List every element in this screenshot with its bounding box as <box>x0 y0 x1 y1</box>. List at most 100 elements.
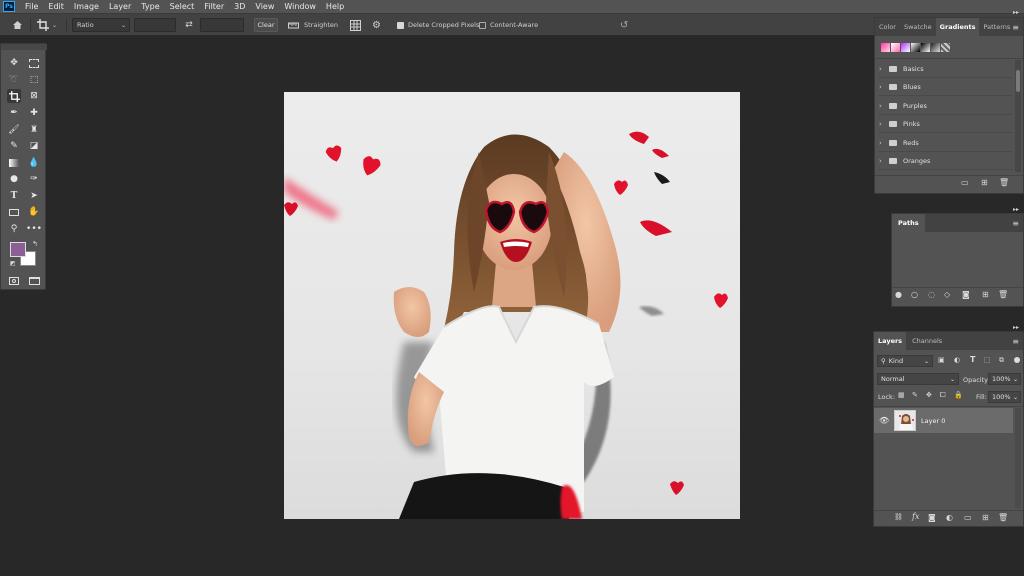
gradient-folder-blues[interactable]: › Blues <box>879 79 1013 96</box>
fill-input[interactable]: 100% ⌄ <box>988 391 1021 403</box>
filter-shape-icon[interactable]: ⬚ <box>984 356 991 364</box>
filter-adjustment-icon[interactable]: ◐ <box>954 356 960 364</box>
delete-cropped-checkbox[interactable]: Delete Cropped Pixels <box>397 18 479 32</box>
menu-layer[interactable]: Layer <box>104 2 136 11</box>
gradient-folder-pinks[interactable]: › Pinks <box>879 116 1013 133</box>
trash-icon[interactable]: 🗑 <box>999 178 1009 187</box>
new-group-folder-icon[interactable]: ▭ <box>961 178 969 187</box>
clear-button[interactable]: Clear <box>254 18 278 32</box>
layer-row[interactable]: 👁 Layer 0 <box>874 408 1013 433</box>
load-as-selection-icon[interactable]: ◌ <box>928 290 935 299</box>
menu-view[interactable]: View <box>250 2 279 11</box>
tab-paths[interactable]: Paths <box>892 214 925 232</box>
lock-transparent-icon[interactable]: ▦ <box>898 391 905 399</box>
gradient-folder-basics[interactable]: › Basics <box>879 61 1013 78</box>
tab-color[interactable]: Color <box>875 18 900 36</box>
menu-help[interactable]: Help <box>321 2 349 11</box>
gradient-swatch[interactable] <box>891 43 900 52</box>
pen-tool-icon[interactable]: ✑ <box>27 172 41 186</box>
width-input[interactable] <box>134 18 176 32</box>
default-colors-icon[interactable]: ◩ <box>10 260 16 267</box>
hand-tool-icon[interactable]: ✋ <box>27 205 41 219</box>
opacity-input[interactable]: 100% ⌄ <box>988 373 1021 385</box>
menu-file[interactable]: File <box>20 2 43 11</box>
foreground-color-swatch[interactable] <box>10 242 26 257</box>
swap-icon[interactable]: ⇄ <box>183 18 195 32</box>
crop-tool-preset-icon[interactable]: ⌄ <box>37 18 61 32</box>
history-brush-tool-icon[interactable]: ✎ <box>7 139 21 153</box>
gradient-swatch[interactable] <box>911 43 920 52</box>
gradient-folder-purples[interactable]: › Purples <box>879 98 1013 115</box>
panel-menu-icon[interactable]: ≡ <box>1012 337 1019 346</box>
collapse-icon[interactable]: ▸▸ <box>1013 9 1019 16</box>
healing-brush-tool-icon[interactable]: ✚ <box>27 106 41 120</box>
layer-kind-filter[interactable]: ⚲ Kind ⌄ <box>877 355 933 367</box>
link-layers-icon[interactable]: ⛓ <box>894 513 903 521</box>
gradient-swatch[interactable] <box>931 43 940 52</box>
brush-tool-icon[interactable]: 🖌 <box>7 123 21 137</box>
filter-pixel-icon[interactable]: ▣ <box>938 356 945 364</box>
clone-stamp-tool-icon[interactable]: ♜ <box>27 123 41 137</box>
collapse-icon[interactable]: ▸▸ <box>1013 324 1019 331</box>
layers-scrollbar[interactable] <box>1015 408 1021 508</box>
screen-mode-icon[interactable] <box>27 274 41 288</box>
object-select-tool-icon[interactable]: ⬚ <box>27 73 41 87</box>
lock-all-icon[interactable]: 🔒 <box>954 391 963 399</box>
adjustment-layer-icon[interactable]: ◐ <box>946 513 953 522</box>
lock-image-icon[interactable]: ✎ <box>912 391 918 399</box>
blend-mode-dropdown[interactable]: Normal ⌄ <box>877 373 959 385</box>
height-input[interactable] <box>200 18 244 32</box>
stroke-path-icon[interactable]: ○ <box>911 290 918 299</box>
menu-image[interactable]: Image <box>69 2 104 11</box>
tab-channels[interactable]: Channels <box>906 332 948 350</box>
filter-toggle-icon[interactable] <box>1014 357 1020 363</box>
reset-icon[interactable]: ↺ <box>620 18 632 32</box>
new-path-icon[interactable]: ⊞ <box>982 290 989 299</box>
grid-overlay-icon[interactable] <box>350 18 362 32</box>
panel-menu-icon[interactable]: ≡ <box>1012 219 1019 228</box>
tab-swatches[interactable]: Swatche <box>900 18 936 36</box>
path-selection-tool-icon[interactable]: ➤ <box>27 189 41 203</box>
content-aware-checkbox[interactable]: Content-Aware <box>479 18 538 32</box>
menu-filter[interactable]: Filter <box>199 2 229 11</box>
gradient-swatch[interactable] <box>921 43 930 52</box>
eyedropper-tool-icon[interactable]: ✒ <box>7 106 21 120</box>
gear-icon[interactable]: ⚙ <box>372 18 384 32</box>
filter-smart-object-icon[interactable]: ⧉ <box>999 356 1004 365</box>
marquee-tool-icon[interactable] <box>27 56 41 70</box>
lock-position-icon[interactable]: ✥ <box>926 391 932 399</box>
straighten-button[interactable]: Straighten <box>288 18 338 32</box>
new-group-folder-icon[interactable]: ▭ <box>964 513 972 522</box>
new-layer-icon[interactable]: ⊞ <box>982 513 989 522</box>
type-tool-icon[interactable]: T <box>7 189 21 203</box>
eraser-tool-icon[interactable]: ◪ <box>27 139 41 153</box>
tab-patterns[interactable]: Patterns <box>979 18 1014 36</box>
frame-tool-icon[interactable]: ⊠ <box>27 89 41 103</box>
home-icon[interactable] <box>10 18 24 32</box>
lock-artboard-icon[interactable]: ⧠ <box>940 391 946 400</box>
dodge-tool-icon[interactable]: ● <box>7 172 21 186</box>
gradient-swatch[interactable] <box>901 43 910 52</box>
blur-tool-icon[interactable]: 💧 <box>27 156 41 170</box>
gradient-folder-reds[interactable]: › Reds <box>879 135 1013 152</box>
menu-select[interactable]: Select <box>165 2 200 11</box>
filter-type-icon[interactable]: T <box>970 355 975 364</box>
make-work-path-icon[interactable]: ◇ <box>944 290 950 299</box>
move-tool-icon[interactable]: ✥ <box>7 56 21 70</box>
menu-type[interactable]: Type <box>136 2 164 11</box>
collapse-icon[interactable]: ▸▸ <box>1013 206 1019 213</box>
fill-path-icon[interactable]: ● <box>895 290 902 299</box>
new-gradient-icon[interactable]: ⊞ <box>981 178 988 187</box>
layer-name[interactable]: Layer 0 <box>921 417 945 425</box>
tab-layers[interactable]: Layers <box>874 332 907 350</box>
zoom-tool-icon[interactable]: ⚲ <box>7 222 21 236</box>
rectangle-tool-icon[interactable] <box>7 205 21 219</box>
document-image[interactable] <box>284 92 740 519</box>
eye-icon[interactable]: 👁 <box>879 416 889 425</box>
menu-3d[interactable]: 3D <box>229 2 250 11</box>
menu-edit[interactable]: Edit <box>43 2 69 11</box>
tab-gradients[interactable]: Gradients <box>935 18 980 36</box>
panel-menu-icon[interactable]: ≡ <box>1012 23 1019 32</box>
trash-icon[interactable]: 🗑 <box>998 513 1008 522</box>
fx-icon[interactable]: fx <box>912 512 919 521</box>
